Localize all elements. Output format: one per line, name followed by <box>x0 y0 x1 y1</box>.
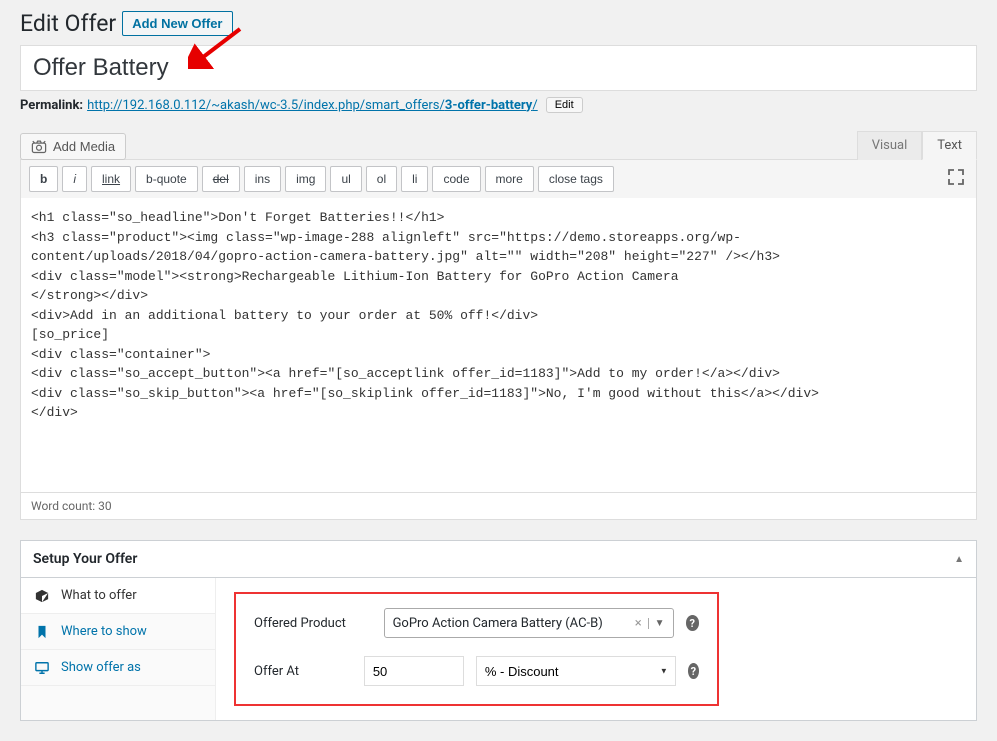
editor-textarea[interactable] <box>31 208 966 478</box>
permalink-edit-button[interactable]: Edit <box>546 97 583 113</box>
post-title-input[interactable] <box>21 46 976 90</box>
word-count: Word count: 30 <box>21 492 976 519</box>
sidebar-item-label: Show offer as <box>61 660 141 675</box>
annotation-arrow <box>188 23 248 69</box>
offered-product-label: Offered Product <box>254 616 372 631</box>
sidebar-item-label: Where to show <box>61 624 147 639</box>
add-media-button[interactable]: Add Media <box>20 133 126 160</box>
chevron-down-icon[interactable]: ▼ <box>648 618 665 629</box>
offered-product-value: GoPro Action Camera Battery (AC-B) <box>393 616 603 631</box>
editor-btn-italic[interactable]: i <box>62 166 87 192</box>
camera-icon <box>31 140 47 154</box>
offered-product-select[interactable]: GoPro Action Camera Battery (AC-B) × ▼ <box>384 608 674 638</box>
editor-btn-code[interactable]: code <box>432 166 480 192</box>
editor-btn-bquote[interactable]: b-quote <box>135 166 198 192</box>
offer-at-amount-input[interactable] <box>364 656 464 686</box>
editor-btn-bold[interactable]: b <box>29 166 58 192</box>
editor-btn-ul[interactable]: ul <box>330 166 361 192</box>
editor-btn-ins[interactable]: ins <box>244 166 281 192</box>
sidebar-item-where-to-show[interactable]: Where to show <box>21 614 215 650</box>
editor-btn-img[interactable]: img <box>285 166 326 192</box>
metabox-title: Setup Your Offer <box>33 551 137 567</box>
bookmark-icon <box>35 625 51 639</box>
editor-btn-close-tags[interactable]: close tags <box>538 166 614 192</box>
tab-text[interactable]: Text <box>922 131 977 160</box>
monitor-icon <box>35 661 51 675</box>
offer-fields-highlighted-region: Offered Product GoPro Action Camera Batt… <box>234 592 719 706</box>
tab-visual[interactable]: Visual <box>857 131 923 160</box>
editor-btn-link[interactable]: link <box>91 166 131 192</box>
sidebar-item-show-offer-as[interactable]: Show offer as <box>21 650 215 686</box>
help-icon[interactable]: ? <box>686 615 699 631</box>
editor-btn-li[interactable]: li <box>401 166 428 192</box>
metabox-toggle-icon[interactable]: ▲ <box>954 554 964 565</box>
clear-icon[interactable]: × <box>629 616 648 631</box>
sidebar-item-what-to-offer[interactable]: What to offer <box>21 578 215 614</box>
fullscreen-icon[interactable] <box>944 167 968 191</box>
help-icon[interactable]: ? <box>688 663 699 679</box>
editor-btn-ol[interactable]: ol <box>366 166 397 192</box>
offer-at-label: Offer At <box>254 664 352 679</box>
cube-icon <box>35 589 51 603</box>
page-title: Edit Offer <box>20 10 116 37</box>
offer-at-unit-select[interactable]: % - Discount <box>476 656 676 686</box>
permalink-label: Permalink: <box>20 98 83 113</box>
add-media-label: Add Media <box>53 139 115 154</box>
permalink-link[interactable]: http://192.168.0.112/~akash/wc-3.5/index… <box>87 98 538 113</box>
sidebar-item-label: What to offer <box>61 588 137 603</box>
editor-btn-more[interactable]: more <box>485 166 534 192</box>
editor-btn-del[interactable]: del <box>202 166 240 192</box>
